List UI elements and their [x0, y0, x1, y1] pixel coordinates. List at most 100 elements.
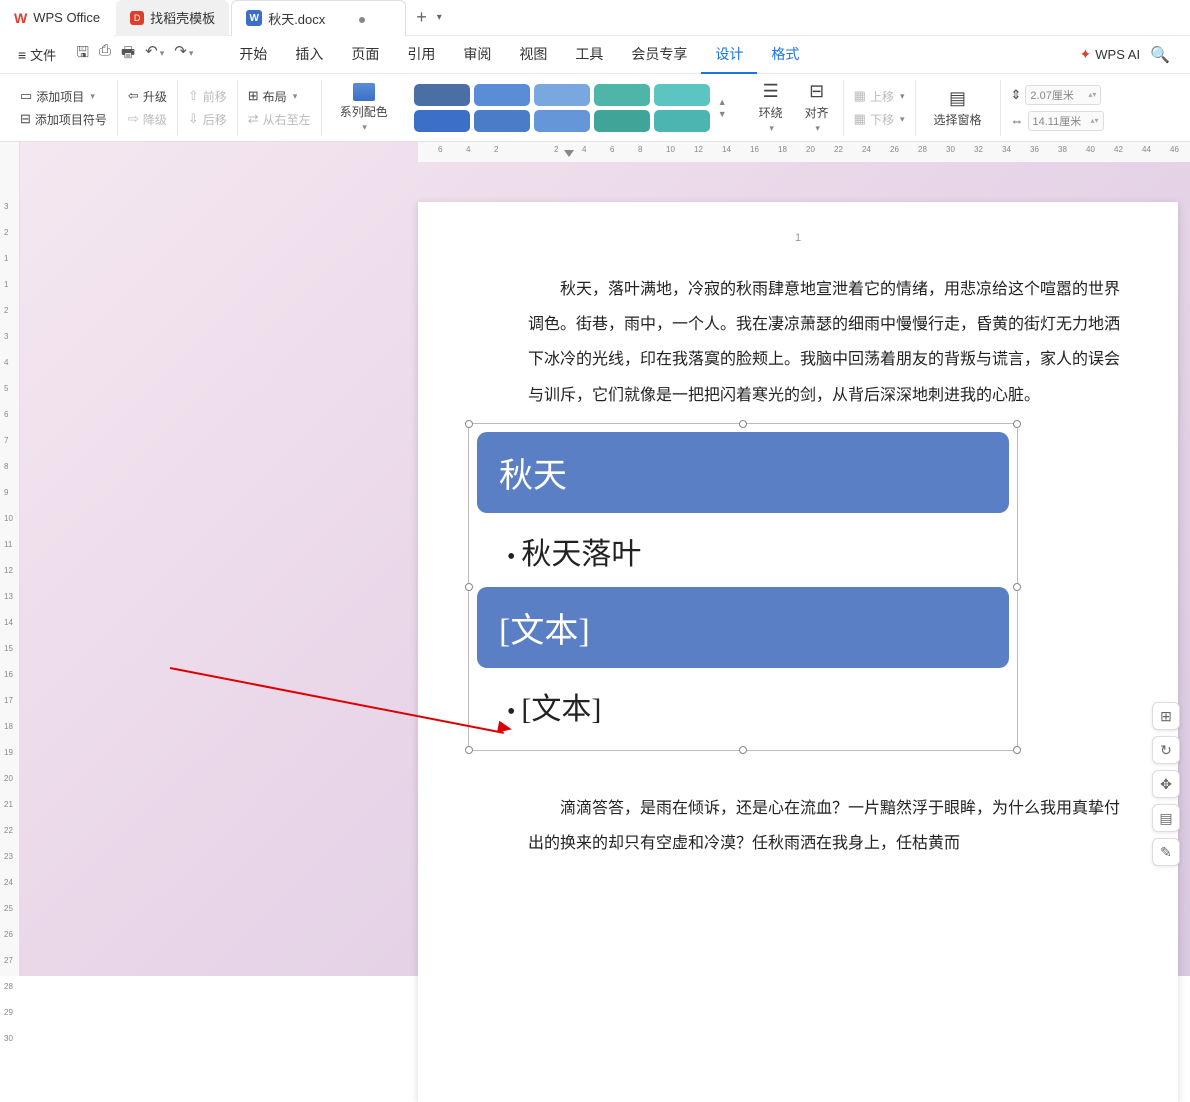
document-page[interactable]: 1 秋天，落叶满地，冷寂的秋雨肆意地宣泄着它的情绪，用悲凉给这个喧嚣的世界调色。…	[418, 202, 1178, 1102]
add-bullet-button[interactable]: ⊟添加项目符号	[20, 111, 107, 128]
tab-member[interactable]: 会员专享	[617, 36, 701, 74]
style-swatch[interactable]	[534, 110, 590, 132]
chevron-up-icon[interactable]: ▲	[718, 97, 727, 107]
file-menu-button[interactable]: ≡ 文件	[10, 41, 64, 68]
arrow-up-icon: ⇧	[188, 88, 199, 104]
tab-dropdown-icon[interactable]: ▾	[437, 12, 442, 23]
resize-handle[interactable]	[465, 583, 473, 591]
wps-logo-icon: W	[14, 10, 27, 26]
quick-toolbar: 🖫 ⎙ 🖶 ↶▾ ↷▾	[68, 42, 201, 67]
tab-reference[interactable]: 引用	[393, 36, 449, 74]
style-swatch[interactable]	[474, 84, 530, 106]
style-swatch[interactable]	[594, 110, 650, 132]
arrow-right-icon: ⇨	[128, 111, 139, 127]
indent-marker-icon[interactable]	[564, 150, 574, 157]
undo-icon[interactable]: ↶▾	[145, 42, 164, 67]
layout-options-button[interactable]: ⊞	[1152, 702, 1180, 730]
move-up-button[interactable]: ▦上移▾	[854, 88, 905, 105]
print-preview-icon[interactable]: 🖶	[121, 42, 135, 67]
tab-format[interactable]: 格式	[757, 36, 813, 74]
tab-tools[interactable]: 工具	[561, 36, 617, 74]
series-color-button[interactable]: 系列配色▾	[332, 83, 396, 133]
style-swatch[interactable]	[414, 84, 470, 106]
resize-handle[interactable]	[1013, 746, 1021, 754]
upgrade-button[interactable]: ⇦升级	[128, 88, 167, 105]
tab-insert[interactable]: 插入	[281, 36, 337, 74]
layout-icon: ⊞	[248, 88, 259, 104]
tab-view[interactable]: 视图	[505, 36, 561, 74]
resize-handle[interactable]	[739, 746, 747, 754]
group-move: ⇧前移 ⇩后移	[178, 80, 238, 136]
resize-handle[interactable]	[465, 746, 473, 754]
app-tab-wps[interactable]: W WPS Office	[0, 0, 114, 36]
smartart-block-2[interactable]: [文本]	[477, 587, 1009, 668]
height-input[interactable]: 2.07厘米 ▴▾	[1025, 85, 1101, 105]
height-value: 2.07厘米	[1030, 87, 1073, 103]
save-icon[interactable]: 🖫	[76, 42, 89, 67]
move-down-button[interactable]: ▦下移▾	[854, 111, 905, 128]
smartart-block-1[interactable]: 秋天	[477, 432, 1009, 513]
spinner-icon[interactable]: ▴▾	[1090, 116, 1098, 125]
format-painter-button[interactable]: ✎	[1152, 838, 1180, 866]
style-swatch[interactable]	[594, 84, 650, 106]
app-tab-templates[interactable]: D 找稻壳模板	[116, 0, 229, 36]
style-swatch[interactable]	[414, 110, 470, 132]
wps-ai-button[interactable]: ✦ WPS AI	[1080, 46, 1141, 63]
downgrade-label: 降级	[143, 111, 167, 128]
paragraph-1[interactable]: 秋天，落叶满地，冷寂的秋雨肆意地宣泄着它的情绪，用悲凉给这个喧嚣的世界调色。街巷…	[528, 272, 1120, 413]
style-gallery[interactable]: ▲▼	[406, 84, 735, 132]
resize-handle[interactable]	[1013, 420, 1021, 428]
chevron-down-icon[interactable]: ▼	[718, 109, 727, 119]
style-swatch[interactable]	[654, 110, 710, 132]
app-name: WPS Office	[33, 10, 100, 25]
rotate-button[interactable]: ↻	[1152, 736, 1180, 764]
smartart-object[interactable]: 秋天 秋天落叶 [文本] [文本]	[468, 423, 1018, 751]
new-tab-button[interactable]: +	[406, 7, 437, 28]
vertical-ruler[interactable]: 3211234567891011121314151617181920212223…	[0, 142, 20, 976]
template-tab-label: 找稻壳模板	[150, 8, 215, 27]
resize-handle[interactable]	[465, 420, 473, 428]
layout-button[interactable]: ⊞布局▾	[248, 88, 311, 105]
group-size: ⇕2.07厘米▴▾ ⇔14.11厘米▴▾	[1001, 80, 1114, 136]
spinner-icon[interactable]: ▴▾	[1088, 90, 1096, 99]
arrow-down-icon: ⇩	[188, 111, 199, 127]
style-swatch[interactable]	[534, 84, 590, 106]
resize-handle[interactable]	[739, 420, 747, 428]
doc-tab-label: 秋天.docx	[268, 9, 325, 28]
paragraph-2[interactable]: 滴滴答答，是雨在倾诉，还是心在流血？一片黯然浮于眼眸，为什么我用真挚付出的换来的…	[528, 791, 1120, 861]
style-swatch[interactable]	[474, 110, 530, 132]
style-swatch[interactable]	[654, 84, 710, 106]
upgrade-label: 升级	[143, 88, 167, 105]
gallery-scroller[interactable]: ▲▼	[714, 97, 727, 119]
add-item-button[interactable]: ▭添加项目▾	[20, 88, 107, 105]
tab-design[interactable]: 设计	[701, 36, 757, 74]
height-icon: ⇕	[1011, 87, 1022, 103]
add-item-icon: ▭	[20, 88, 32, 104]
menu-bar: ≡ 文件 🖫 ⎙ 🖶 ↶▾ ↷▾ 开始 插入 页面 引用 审阅 视图 工具 会员…	[0, 36, 1190, 74]
send-back-icon: ▦	[854, 111, 866, 127]
resize-handle[interactable]	[1013, 583, 1021, 591]
wrap-button[interactable]: ☰环绕▾	[755, 81, 787, 134]
tab-review[interactable]: 审阅	[449, 36, 505, 74]
smartart-bullet-2[interactable]: [文本]	[477, 676, 1009, 742]
move-button[interactable]: ✥	[1152, 770, 1180, 798]
ai-label: WPS AI	[1095, 47, 1140, 62]
app-tab-document[interactable]: W 秋天.docx	[231, 0, 406, 36]
downgrade-button[interactable]: ⇨降级	[128, 111, 167, 128]
print-icon[interactable]: ⎙	[99, 42, 111, 67]
move-back-button[interactable]: ⇩后移	[188, 111, 227, 128]
redo-icon[interactable]: ↷▾	[174, 42, 193, 67]
horizontal-ruler[interactable]: 6422468101214161820222426283032343638404…	[418, 142, 1190, 162]
smartart-bullet-1[interactable]: 秋天落叶	[477, 521, 1009, 587]
select-pane-button[interactable]: ▤选择窗格	[926, 88, 990, 128]
tab-page[interactable]: 页面	[337, 36, 393, 74]
search-icon[interactable]: 🔍	[1150, 45, 1170, 65]
move-forward-button[interactable]: ⇧前移	[188, 88, 227, 105]
width-input[interactable]: 14.11厘米▴▾	[1028, 111, 1104, 131]
properties-button[interactable]: ▤	[1152, 804, 1180, 832]
page-number: 1	[418, 232, 1178, 244]
align-button[interactable]: ⊟对齐▾	[801, 81, 833, 134]
add-bullet-label: 添加项目符号	[35, 111, 107, 128]
tab-start[interactable]: 开始	[225, 36, 281, 74]
rtl-button[interactable]: ⇄从右至左	[248, 111, 311, 128]
